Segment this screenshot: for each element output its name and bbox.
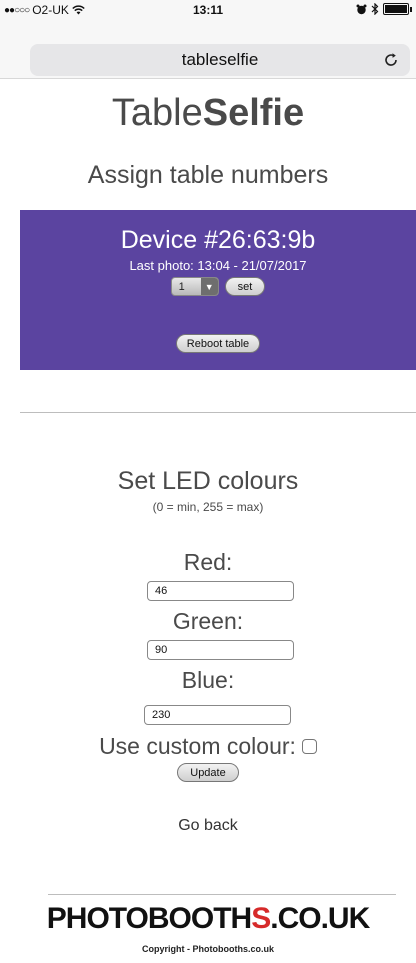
status-right	[356, 3, 412, 15]
battery-icon	[383, 3, 409, 15]
green-input[interactable]: 90	[147, 640, 294, 660]
reboot-row: Reboot table	[20, 334, 416, 353]
reload-icon[interactable]	[382, 51, 400, 69]
table-number-select[interactable]: 1 ▼	[170, 277, 219, 296]
custom-colour-row: Use custom colour:	[0, 733, 416, 760]
bluetooth-icon	[371, 3, 379, 15]
brand-text-main: PHOTOBOOTH	[46, 902, 252, 935]
footer-divider	[48, 894, 396, 895]
page: ●●○○○ O2-UK 13:11 tableselfie TableSelfi…	[0, 0, 416, 963]
blue-label: Blue:	[181, 667, 235, 693]
device-name: Device #26:63:9b	[120, 226, 316, 254]
page-heading: Assign table numbers	[87, 161, 329, 189]
dropdown-arrow-icon: ▼	[200, 278, 218, 295]
go-back-link[interactable]: Go back	[0, 817, 416, 835]
battery-tip	[410, 6, 412, 12]
last-photo-text: Last photo: 13:04 - 21/07/2017	[129, 258, 307, 273]
custom-colour-label: Use custom colour:	[99, 733, 296, 759]
custom-colour-checkbox[interactable]	[301, 739, 317, 754]
site-title-light: Table	[111, 92, 203, 134]
table-number-value: 1	[178, 280, 185, 293]
site-title: TableSelfie	[0, 92, 416, 135]
brand-text-accent: S	[251, 902, 271, 935]
address-field[interactable]: tableselfie	[30, 44, 410, 76]
status-time: 13:11	[192, 3, 224, 17]
browser-toolbar: tableselfie	[0, 20, 416, 79]
red-label: Red:	[183, 549, 233, 575]
section-divider	[20, 412, 416, 413]
brand-logo: PHOTOBOOTHS.CO.UK	[0, 902, 416, 936]
set-button[interactable]: set	[224, 277, 266, 296]
brand-text-domain: .CO.UK	[270, 902, 370, 935]
red-input[interactable]: 46	[147, 581, 294, 601]
led-heading: Set LED colours	[117, 467, 299, 495]
status-bar: ●●○○○ O2-UK 13:11	[0, 0, 416, 20]
update-button[interactable]: Update	[177, 763, 239, 782]
alarm-clock-icon	[356, 4, 367, 14]
green-label: Green:	[172, 608, 244, 634]
led-range-note: (0 = min, 255 = max)	[152, 500, 264, 514]
copyright-text: Copyright - Photobooths.co.uk	[142, 944, 274, 954]
device-panel: Device #26:63:9b Last photo: 13:04 - 21/…	[20, 210, 416, 370]
blue-input[interactable]: 230	[144, 705, 291, 725]
site-title-bold: Selfie	[202, 92, 305, 134]
table-number-controls: 1 ▼ set	[20, 277, 416, 296]
update-row: Update	[0, 763, 416, 782]
address-text: tableselfie	[181, 50, 259, 69]
reboot-table-button[interactable]: Reboot table	[175, 334, 261, 353]
